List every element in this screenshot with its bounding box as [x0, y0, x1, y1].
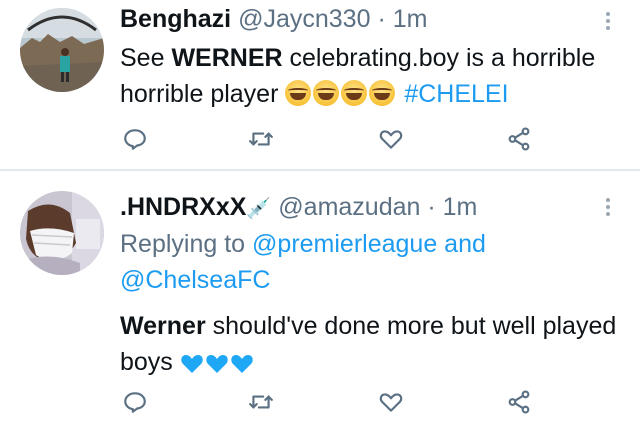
share-icon: [508, 127, 530, 151]
mention-link[interactable]: @ChelseaFC: [120, 266, 270, 294]
share-button[interactable]: [506, 126, 536, 156]
laughing-emoji: [285, 80, 312, 106]
retweet-icon: [249, 395, 273, 409]
display-name[interactable]: Benghazi: [120, 5, 231, 33]
blue-heart-emoji-group: [180, 348, 255, 376]
bold-mention: WERNER: [171, 44, 283, 72]
retweet-button[interactable]: [248, 126, 278, 156]
user-handle[interactable]: @Jaycn330: [238, 5, 370, 33]
timestamp[interactable]: 1m: [393, 5, 428, 33]
more-icon[interactable]: [600, 12, 616, 33]
like-button[interactable]: [378, 389, 408, 419]
bold-mention: Werner: [120, 312, 206, 340]
text-segment: See: [120, 44, 172, 72]
laughing-emoji: [313, 80, 340, 106]
blue-heart-emoji: [206, 355, 228, 373]
action-bar: [120, 126, 620, 156]
tweet[interactable]: Benghazi @Jaycn330 · 1m See WERNER celeb…: [0, 0, 640, 170]
tweet-text: Werner should've done more but well play…: [120, 308, 620, 380]
hashtag-link[interactable]: #CHELEI: [404, 80, 508, 108]
retweet-icon: [249, 132, 273, 146]
mention-link[interactable]: @premierleague: [252, 230, 437, 258]
avatar-photo: [20, 191, 104, 275]
action-bar: [120, 389, 620, 419]
tweet-header: .HNDRXxX💉 @amazudan · 1m: [120, 192, 477, 224]
avatar[interactable]: [20, 8, 104, 92]
tweet-divider: [0, 169, 640, 171]
timestamp[interactable]: 1m: [443, 193, 478, 221]
retweet-button[interactable]: [248, 389, 278, 419]
user-handle[interactable]: @amazudan: [278, 193, 420, 221]
avatar-photo: [20, 8, 104, 92]
laughing-emoji-group: [285, 80, 397, 108]
more-icon[interactable]: [600, 198, 616, 219]
reply-icon: [124, 392, 146, 413]
like-icon: [379, 393, 403, 412]
reply-icon: [124, 129, 146, 150]
laughing-emoji: [369, 80, 396, 106]
like-button[interactable]: [378, 126, 408, 156]
tweet-header: Benghazi @Jaycn330 · 1m: [120, 4, 427, 34]
reply-and: and: [437, 230, 486, 258]
avatar[interactable]: [20, 191, 104, 275]
reply-button[interactable]: [122, 126, 152, 156]
display-name[interactable]: .HNDRXxX: [120, 193, 246, 221]
reply-prefix: Replying to: [120, 230, 253, 258]
laughing-emoji: [341, 80, 368, 106]
blue-heart-emoji: [181, 355, 203, 373]
like-icon: [379, 130, 403, 149]
reply-button[interactable]: [122, 389, 152, 419]
blue-heart-emoji: [231, 355, 253, 373]
share-icon: [508, 390, 530, 414]
syringe-emoji: 💉: [246, 198, 272, 220]
replying-to: Replying to @premierleague and @ChelseaFC: [120, 226, 620, 298]
separator: ·: [377, 5, 386, 33]
share-button[interactable]: [506, 389, 536, 419]
separator: ·: [427, 193, 436, 221]
tweet-text: See WERNER celebrating.boy is a horrible…: [120, 40, 620, 112]
